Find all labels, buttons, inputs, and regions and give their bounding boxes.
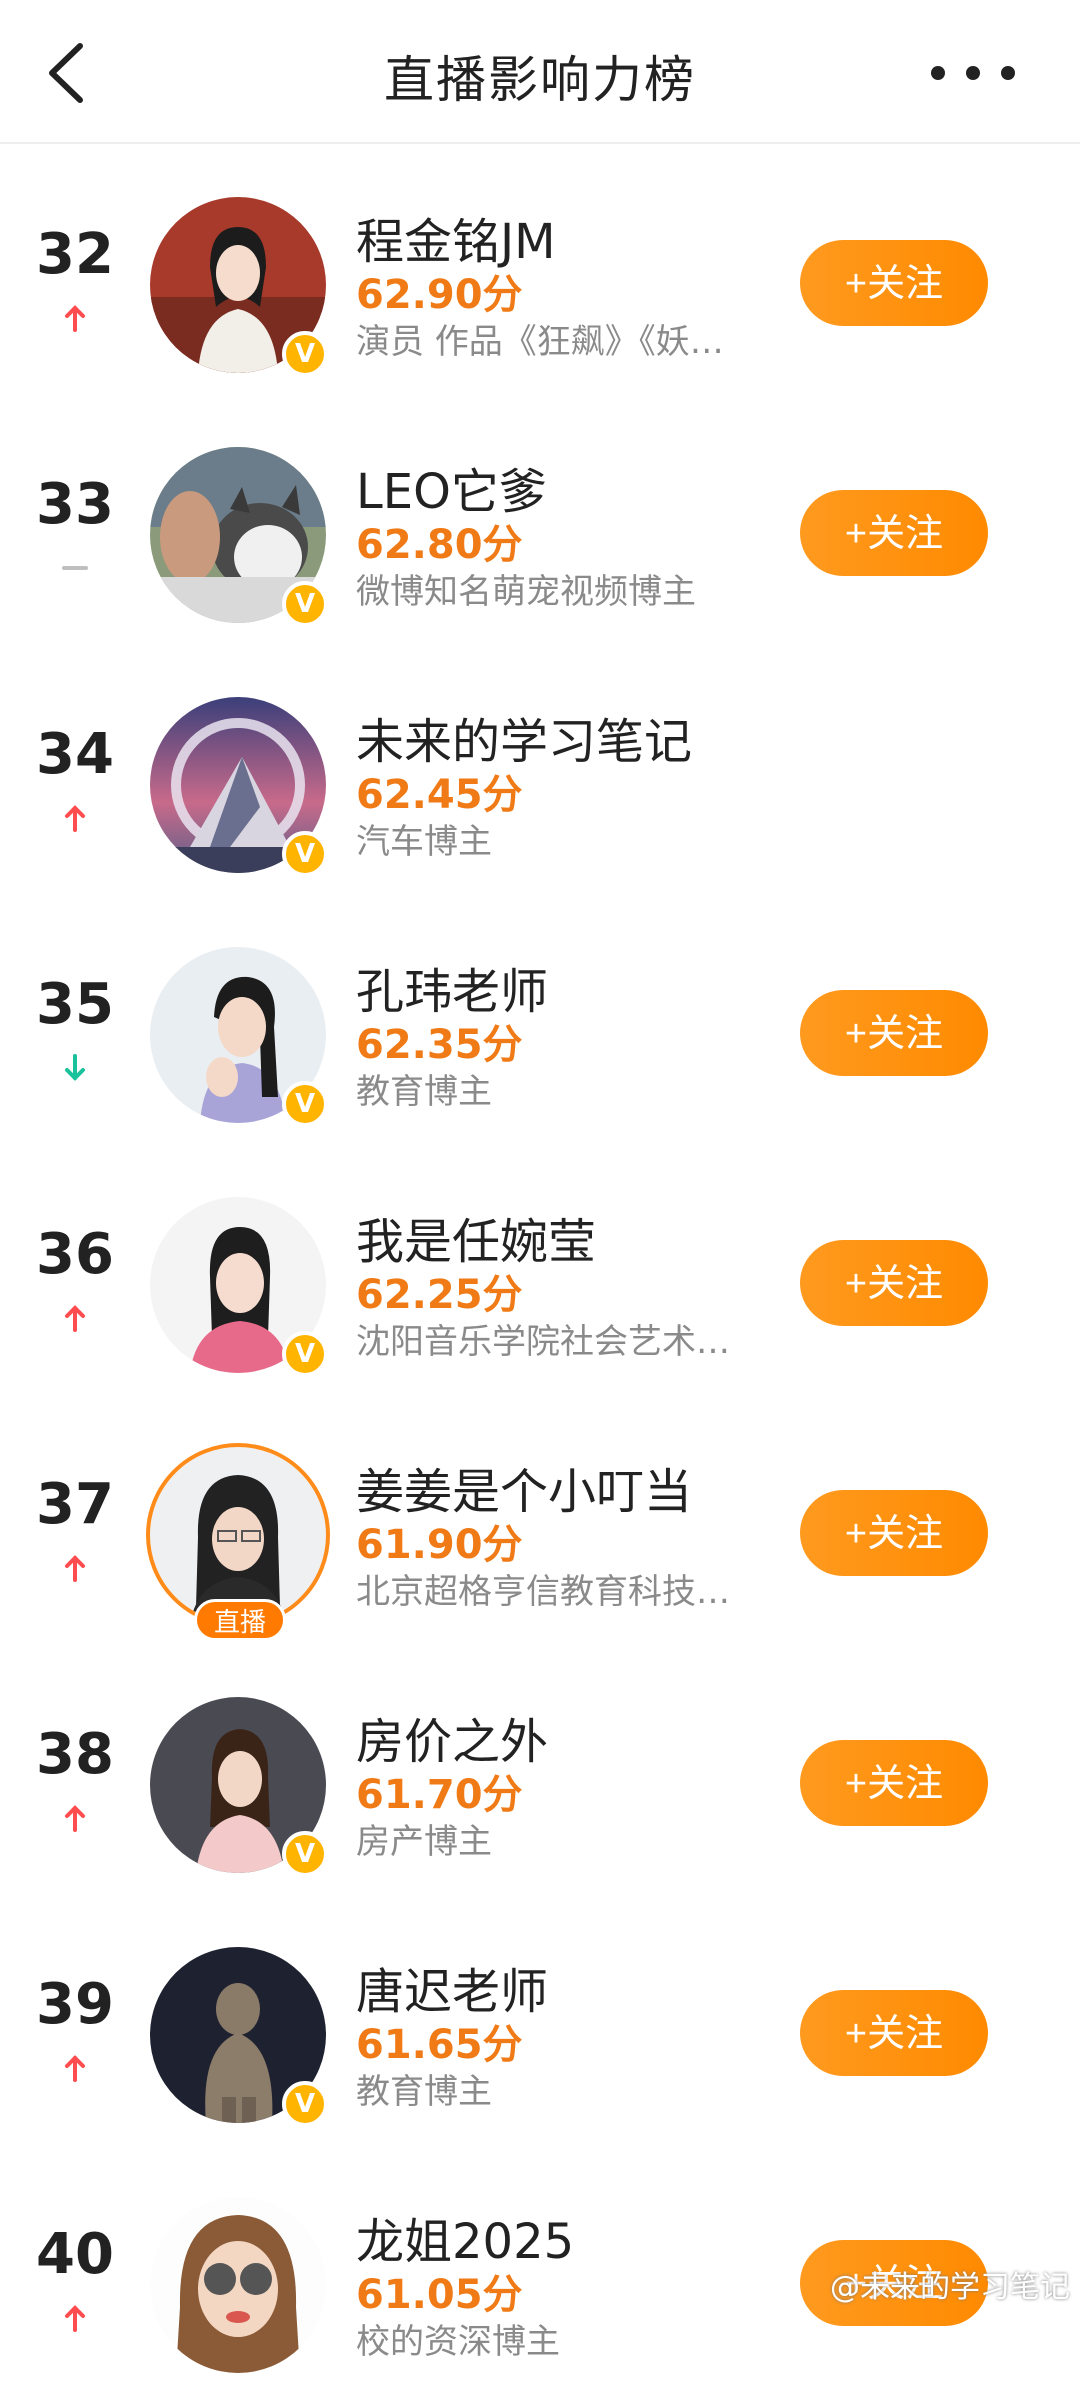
trend-up-icon [60, 2052, 90, 2084]
user-description: 教育博主 [356, 1072, 492, 1112]
trend-up-icon [60, 302, 90, 334]
rank-number: 38 [36, 1722, 114, 1787]
trend-up-icon [60, 802, 90, 834]
avatar[interactable]: V [150, 197, 328, 377]
influence-score: 62.90分 [356, 272, 523, 318]
rank-number: 36 [36, 1222, 114, 1287]
follow-button[interactable]: +关注 [800, 240, 988, 326]
avatar[interactable]: V [150, 697, 328, 877]
avatar[interactable] [150, 2197, 326, 2373]
rank-number: 39 [36, 1972, 114, 2037]
user-description: 演员 作品《狂飙》《妖… [356, 322, 724, 362]
verified-badge-icon: V [282, 1831, 328, 1877]
verified-badge-icon: V [282, 2081, 328, 2127]
follow-button[interactable]: +关注 [800, 1740, 988, 1826]
influence-score: 62.80分 [356, 522, 523, 568]
avatar[interactable]: V [150, 947, 328, 1127]
watermark: @未来的学习笔记 [830, 2270, 1070, 2305]
rank-number: 40 [36, 2222, 114, 2287]
rank-number: 33 [36, 472, 114, 537]
influence-score: 62.45分 [356, 772, 523, 818]
influence-score: 61.65分 [356, 2022, 523, 2068]
follow-button[interactable]: +关注 [800, 990, 988, 1076]
follow-button[interactable]: +关注 [800, 1990, 988, 2076]
trend-up-icon [60, 1552, 90, 1584]
rank-number: 34 [36, 722, 114, 787]
follow-button[interactable]: +关注 [800, 1240, 988, 1326]
verified-badge-icon: V [282, 1331, 328, 1377]
trend-same-icon [60, 552, 90, 584]
trend-up-icon [60, 2302, 90, 2334]
avatar[interactable]: V [150, 1197, 328, 1377]
ranking-row[interactable]: 38 V 房价之外 61.70分 房产博主 +关注 [0, 1642, 1080, 1892]
follow-button[interactable]: +关注 [800, 1490, 988, 1576]
user-description: 微博知名萌宠视频博主 [356, 572, 696, 612]
ranking-row[interactable]: 39 V 唐迟老师 61.65分 教育博主 +关注 [0, 1892, 1080, 2142]
user-description: 教育博主 [356, 2072, 492, 2112]
rank-number: 37 [36, 1472, 114, 1537]
influence-score: 61.05分 [356, 2272, 523, 2318]
avatar[interactable]: V [150, 447, 328, 627]
ranking-row[interactable]: 35 V 孔玮老师 62.35分 教育博主 +关注 [0, 892, 1080, 1142]
trend-up-icon [60, 1802, 90, 1834]
ranking-row[interactable]: 34 V 未来的学习笔记 62.45分 汽车博主 [0, 642, 1080, 892]
verified-badge-icon: V [282, 1081, 328, 1127]
rank-number: 32 [36, 222, 114, 287]
avatar[interactable]: V [150, 1947, 328, 2127]
user-description: 校的资深博主 [356, 2322, 560, 2362]
user-description: 北京超格亨信教育科技… [356, 1572, 730, 1612]
rank-number: 35 [36, 972, 114, 1037]
top-bar: 直播影响力榜 [0, 0, 1080, 144]
follow-button[interactable]: +关注 [800, 490, 988, 576]
influence-score: 62.25分 [356, 1272, 523, 1318]
avatar[interactable]: V [150, 1697, 328, 1877]
avatar[interactable]: 直播 [146, 1443, 330, 1641]
verified-badge-icon: V [282, 581, 328, 627]
influence-score: 62.35分 [356, 1022, 523, 1068]
ranking-row[interactable]: 36 V 我是任婉莹 62.25分 沈阳音乐学院社会艺术… +关注 [0, 1142, 1080, 1392]
trend-down-icon [60, 1052, 90, 1084]
ranking-row[interactable]: 33 V LEO它爹 62.80分 微博知名萌宠视频博主 +关注 [0, 392, 1080, 642]
ranking-row[interactable]: 32 V 程金铭JM 62.90分 演员 作品《狂飙》《妖… +关注 [0, 142, 1080, 392]
influence-score: 61.70分 [356, 1772, 523, 1818]
user-description: 汽车博主 [356, 822, 492, 862]
user-description: 房产博主 [356, 1822, 492, 1862]
trend-up-icon [60, 1302, 90, 1334]
more-options-icon[interactable] [918, 58, 1028, 88]
influence-score: 61.90分 [356, 1522, 523, 1568]
verified-badge-icon: V [282, 331, 328, 377]
verified-badge-icon: V [282, 831, 328, 877]
live-badge[interactable]: 直播 [194, 1599, 286, 1641]
user-description: 沈阳音乐学院社会艺术… [356, 1322, 730, 1362]
ranking-row[interactable]: 37 直播 姜姜是个小叮当 61.90分 北京超格亨信教育科技… +关注 [0, 1392, 1080, 1642]
